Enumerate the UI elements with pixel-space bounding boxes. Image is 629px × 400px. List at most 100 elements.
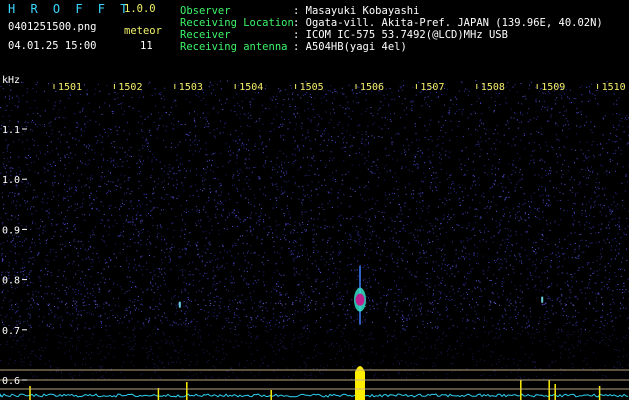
noise-dot bbox=[430, 162, 432, 164]
noise-dot bbox=[413, 234, 415, 236]
noise-dot bbox=[232, 300, 234, 302]
noise-dot bbox=[473, 175, 475, 177]
noise-dot bbox=[612, 218, 614, 220]
noise-dot bbox=[185, 313, 186, 315]
noise-dot bbox=[156, 159, 157, 161]
noise-dot bbox=[526, 316, 527, 318]
noise-dot bbox=[399, 301, 400, 303]
noise-dot bbox=[111, 214, 113, 216]
noise-dot bbox=[401, 167, 403, 169]
noise-dot bbox=[528, 225, 530, 226]
noise-dot bbox=[159, 161, 161, 163]
noise-dot bbox=[406, 223, 408, 225]
noise-dot bbox=[484, 288, 486, 290]
noise-dot bbox=[461, 320, 463, 322]
noise-dot bbox=[327, 286, 329, 287]
noise-dot bbox=[202, 250, 204, 252]
noise-dot bbox=[538, 276, 540, 278]
noise-dot bbox=[352, 92, 354, 94]
noise-dot bbox=[8, 115, 10, 117]
noise-dot bbox=[196, 321, 198, 323]
noise-dot bbox=[548, 200, 550, 202]
noise-dot bbox=[85, 184, 87, 186]
noise-dot bbox=[149, 272, 151, 273]
noise-dot bbox=[618, 125, 620, 127]
noise-dot bbox=[540, 158, 542, 160]
noise-dot bbox=[1, 248, 3, 250]
noise-dot bbox=[383, 240, 385, 241]
noise-dot bbox=[536, 329, 538, 330]
noise-dot bbox=[195, 184, 197, 186]
noise-dot bbox=[332, 226, 334, 228]
noise-dot bbox=[533, 142, 535, 143]
noise-dot bbox=[373, 308, 375, 310]
noise-dot bbox=[44, 90, 46, 92]
noise-dot bbox=[540, 238, 541, 240]
noise-dot bbox=[536, 297, 538, 299]
noise-dot bbox=[202, 231, 204, 233]
noise-dot bbox=[401, 213, 403, 215]
noise-dot bbox=[561, 183, 562, 185]
noise-dot bbox=[71, 157, 73, 159]
noise-dot bbox=[273, 246, 275, 247]
noise-dot bbox=[98, 260, 100, 262]
noise-dot bbox=[357, 231, 359, 233]
noise-dot bbox=[388, 317, 390, 319]
noise-dot bbox=[188, 150, 190, 152]
noise-dot bbox=[46, 273, 48, 275]
noise-dot bbox=[569, 102, 571, 104]
noise-dot bbox=[98, 83, 99, 85]
noise-dot bbox=[293, 242, 295, 243]
noise-dot bbox=[361, 154, 363, 156]
noise-dot bbox=[504, 227, 506, 229]
noise-dot bbox=[283, 228, 285, 230]
noise-dot bbox=[243, 252, 245, 254]
noise-dot bbox=[489, 207, 491, 209]
noise-dot bbox=[385, 194, 387, 196]
noise-dot bbox=[531, 247, 533, 248]
noise-dot bbox=[429, 124, 431, 126]
noise-dot bbox=[495, 148, 497, 150]
noise-dot bbox=[90, 234, 92, 236]
noise-dot bbox=[33, 144, 35, 146]
noise-dot bbox=[529, 271, 531, 273]
noise-dot bbox=[253, 276, 255, 277]
noise-dot bbox=[515, 183, 517, 185]
noise-dot bbox=[323, 303, 325, 305]
noise-dot bbox=[325, 100, 327, 102]
noise-dot bbox=[262, 123, 264, 125]
noise-dot bbox=[519, 298, 521, 299]
noise-dot bbox=[314, 173, 316, 175]
noise-dot bbox=[294, 229, 295, 231]
noise-dot bbox=[589, 174, 591, 176]
noise-dot bbox=[84, 327, 86, 329]
noise-dot bbox=[440, 223, 442, 225]
noise-dot bbox=[122, 249, 124, 250]
noise-dot bbox=[205, 172, 207, 174]
noise-dot bbox=[303, 229, 305, 231]
noise-dot bbox=[512, 304, 514, 306]
noise-dot bbox=[199, 329, 201, 331]
noise-dot bbox=[344, 284, 346, 285]
noise-dot bbox=[518, 211, 520, 213]
noise-dot bbox=[478, 146, 480, 147]
noise-dot bbox=[328, 139, 330, 141]
noise-dot bbox=[126, 192, 128, 194]
noise-dot bbox=[391, 91, 393, 93]
noise-dot bbox=[455, 249, 457, 251]
noise-dot bbox=[554, 244, 556, 246]
noise-dot bbox=[118, 126, 120, 128]
noise-dot bbox=[179, 257, 181, 259]
noise-dot bbox=[113, 141, 115, 142]
noise-dot bbox=[612, 209, 614, 211]
noise-dot bbox=[62, 199, 64, 201]
noise-dot bbox=[519, 216, 521, 218]
noise-dot bbox=[7, 195, 9, 197]
noise-dot bbox=[617, 268, 619, 270]
noise-dot bbox=[312, 291, 314, 293]
noise-dot bbox=[426, 284, 428, 286]
noise-dot bbox=[404, 328, 405, 330]
noise-dot bbox=[332, 311, 334, 313]
noise-dot bbox=[506, 103, 508, 105]
noise-dot bbox=[51, 133, 53, 135]
